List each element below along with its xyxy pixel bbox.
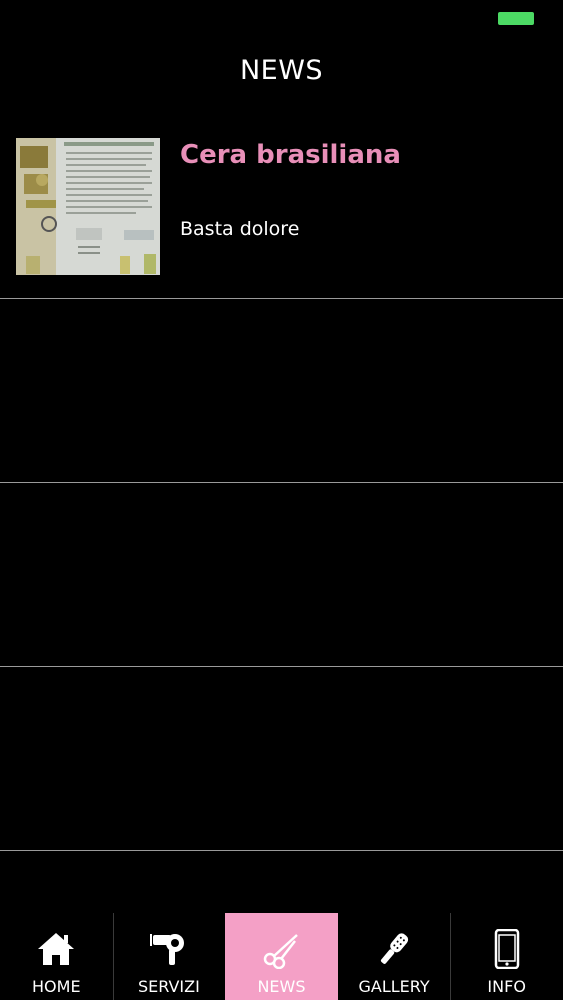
news-subtitle: Basta dolore xyxy=(180,218,300,240)
news-title: Cera brasiliana xyxy=(180,140,401,170)
page-title: NEWS xyxy=(239,55,324,86)
hair-brush-icon xyxy=(372,927,416,971)
news-list: Cera brasiliana Basta dolore xyxy=(0,118,563,851)
tab-bar: HOME SERVIZI NEWS GALLERY INFO xyxy=(0,913,563,1000)
battery-icon xyxy=(498,12,534,25)
tab-servizi[interactable]: SERVIZI xyxy=(112,913,226,1000)
tab-label: GALLERY xyxy=(358,977,430,996)
tab-gallery[interactable]: GALLERY xyxy=(338,913,451,1000)
tab-label: HOME xyxy=(32,977,81,996)
phone-icon xyxy=(485,927,529,971)
home-icon xyxy=(34,927,78,971)
empty-row xyxy=(0,483,563,667)
tab-info[interactable]: INFO xyxy=(450,913,563,1000)
tab-label: SERVIZI xyxy=(137,977,200,996)
scissors-icon xyxy=(259,927,303,971)
empty-row xyxy=(0,667,563,851)
tab-news[interactable]: NEWS xyxy=(225,913,338,1000)
tab-home[interactable]: HOME xyxy=(0,913,113,1000)
news-item[interactable]: Cera brasiliana Basta dolore xyxy=(0,118,563,299)
status-bar xyxy=(0,0,563,40)
hair-dryer-icon xyxy=(147,927,191,971)
tab-label: NEWS xyxy=(257,977,306,996)
empty-row xyxy=(0,299,563,483)
tab-label: INFO xyxy=(487,977,526,996)
news-thumbnail xyxy=(16,138,160,275)
